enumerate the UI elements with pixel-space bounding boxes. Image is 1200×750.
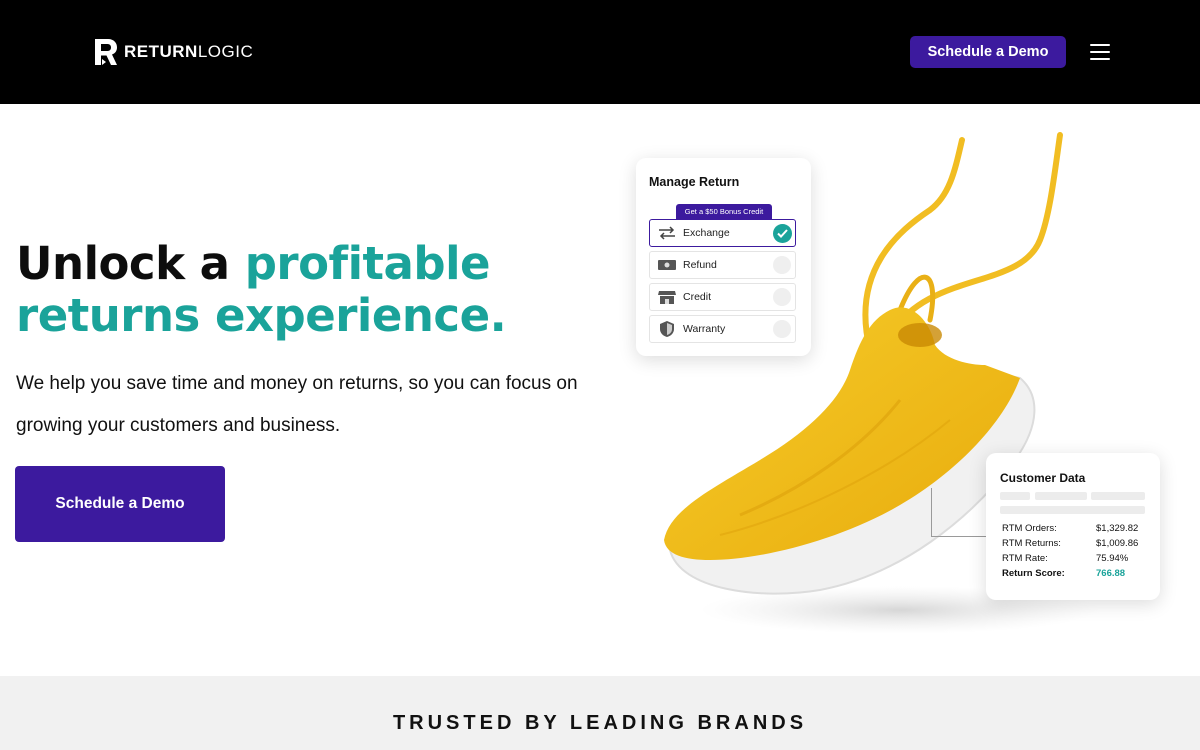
exchange-arrows-icon (656, 225, 678, 241)
manage-return-title: Manage Return (649, 175, 740, 189)
check-icon (773, 223, 792, 243)
shoelace-right (887, 132, 1063, 338)
option-credit-radio[interactable] (773, 288, 791, 306)
stat-label: Return Score: (1002, 568, 1065, 579)
stat-row-return-score: Return Score: 766.88 (1002, 568, 1142, 582)
stat-row: RTM Rate: 75.94% (1002, 553, 1142, 567)
returnlogic-logo-icon (95, 39, 117, 65)
stat-row: RTM Returns: $1,009.86 (1002, 538, 1142, 552)
connector-line (931, 488, 987, 537)
shield-icon (656, 321, 678, 337)
skeleton-bar (1091, 492, 1145, 500)
hamburger-icon[interactable] (1088, 42, 1112, 62)
customer-data-card: Customer Data RTM Orders: $1,329.82 RTM … (986, 453, 1160, 600)
option-refund[interactable]: Refund (649, 251, 796, 279)
bonus-credit-badge: Get a $50 Bonus Credit (676, 204, 772, 219)
option-exchange-label: Exchange (683, 227, 730, 239)
option-refund-label: Refund (683, 259, 717, 271)
headline-part1: Unlock a (16, 237, 245, 290)
manage-return-card: Manage Return Get a $50 Bonus Credit Exc… (636, 158, 811, 356)
option-warranty-label: Warranty (683, 323, 726, 335)
option-warranty[interactable]: Warranty (649, 315, 796, 343)
stat-label: RTM Rate: (1002, 553, 1048, 564)
skeleton-bar (1000, 506, 1145, 514)
option-exchange[interactable]: Exchange (649, 219, 796, 247)
stat-value: $1,329.82 (1096, 523, 1139, 534)
stat-label: RTM Returns: (1002, 538, 1061, 549)
stat-row: RTM Orders: $1,329.82 (1002, 523, 1142, 537)
trusted-brands-title: TRUSTED BY LEADING BRANDS (392, 712, 808, 734)
option-refund-radio[interactable] (773, 256, 791, 274)
option-credit-label: Credit (683, 291, 712, 303)
hero-subtext: We help you save time and money on retur… (16, 373, 578, 436)
stat-label: RTM Orders: (1002, 523, 1057, 534)
header-schedule-demo-button[interactable]: Schedule a Demo (910, 36, 1066, 68)
cash-icon (656, 257, 678, 273)
skeleton-bar (1000, 492, 1030, 500)
hero-headline: Unlock a profitable returns experience. (16, 238, 596, 342)
skeleton-bar (1035, 492, 1087, 500)
site-header: RETURN LOGIC Schedule a Demo (0, 0, 1200, 104)
return-score-value: 766.88 (1096, 568, 1126, 579)
option-credit[interactable]: Credit (649, 283, 796, 311)
customer-data-title: Customer Data (1000, 471, 1086, 485)
stat-value: $1,009.86 (1096, 538, 1139, 549)
hero-schedule-demo-button[interactable]: Schedule a Demo (15, 466, 225, 542)
store-icon (656, 289, 678, 305)
logo-text-light: LOGIC (197, 42, 254, 61)
logo-wordmark: RETURN LOGIC (124, 42, 253, 62)
returnlogic-logo[interactable]: RETURN LOGIC (92, 36, 253, 68)
logo-text-strong: RETURN (124, 42, 198, 61)
option-warranty-radio[interactable] (773, 320, 791, 338)
trusted-brands-section: TRUSTED BY LEADING BRANDS (0, 676, 1200, 750)
stat-value: 75.94% (1096, 553, 1129, 564)
